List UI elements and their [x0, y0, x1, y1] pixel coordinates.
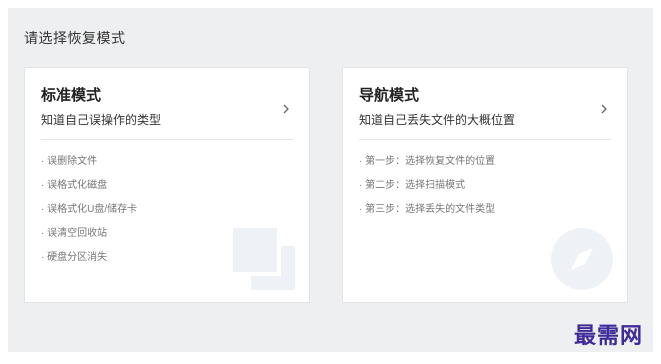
card-title: 标准模式 [41, 87, 102, 104]
overlapping-squares-icon [233, 228, 295, 290]
card-title: 导航模式 [359, 87, 420, 104]
list-item: · 硬盘分区消失 [41, 252, 108, 263]
watermark-logo: 最需网 [573, 323, 643, 349]
card-subtitle: 知道自己误操作的类型 [41, 113, 162, 127]
chevron-right-icon [283, 104, 289, 114]
list-item: · 误清空回收站 [41, 228, 108, 239]
compass-icon [551, 228, 613, 290]
list-item: · 误删除文件 [41, 156, 98, 167]
card-subtitle: 知道自己丢失文件的大概位置 [359, 113, 516, 127]
list-item: · 误格式化磁盘 [41, 180, 108, 191]
navigation-mode-card[interactable]: 导航模式 知道自己丢失文件的大概位置 · 第一步：选择恢复文件的位置 · 第二步… [342, 67, 628, 303]
divider [41, 139, 293, 140]
steps-list: · 第一步：选择恢复文件的位置 · 第二步：选择扫描模式 · 第三步：选择丢失的… [359, 156, 495, 228]
list-item: · 第三步：选择丢失的文件类型 [359, 204, 496, 215]
list-item: · 误格式化U盘/储存卡 [41, 204, 138, 215]
scenario-list: · 误删除文件 · 误格式化磁盘 · 误格式化U盘/储存卡 · 误清空回收站 ·… [41, 156, 137, 276]
divider [359, 139, 611, 140]
list-item: · 第二步：选择扫描模式 [359, 180, 466, 191]
page-title: 请选择恢复模式 [24, 30, 126, 46]
chevron-right-icon [601, 104, 607, 114]
list-item: · 第一步：选择恢复文件的位置 [359, 156, 496, 167]
standard-mode-card[interactable]: 标准模式 知道自己误操作的类型 · 误删除文件 · 误格式化磁盘 · 误格式化U… [24, 67, 310, 303]
